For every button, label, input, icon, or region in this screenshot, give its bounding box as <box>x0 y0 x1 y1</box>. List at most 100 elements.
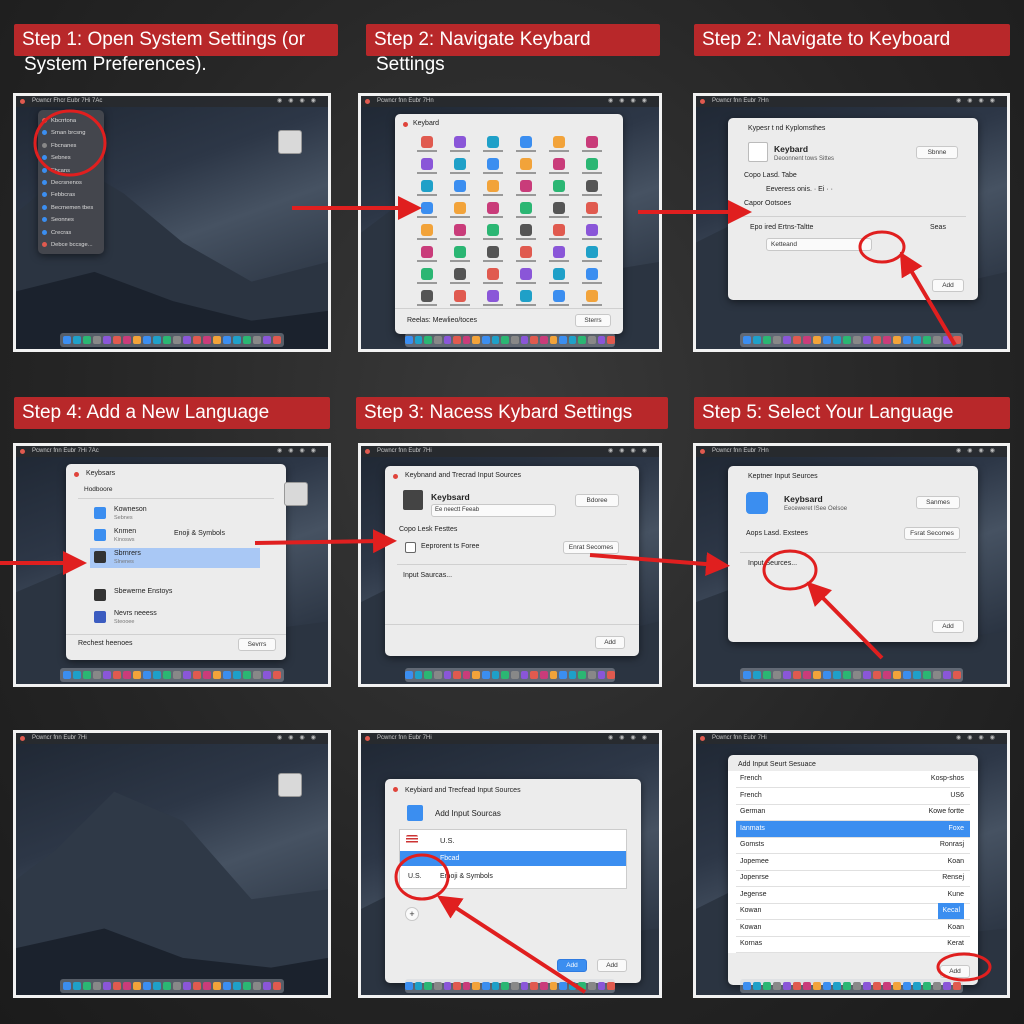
dock-app-icon[interactable] <box>263 336 271 344</box>
dock-app-icon[interactable] <box>852 671 861 679</box>
dock-app-icon[interactable] <box>443 982 452 990</box>
dock-app-icon[interactable] <box>83 671 91 679</box>
dock-app-icon[interactable] <box>103 982 111 990</box>
dock-app-icon[interactable] <box>123 671 131 679</box>
dock-app-icon[interactable] <box>482 982 490 990</box>
dock-app-icon[interactable] <box>163 671 171 679</box>
settings-pane-icon[interactable] <box>553 224 565 236</box>
dock-app-icon[interactable] <box>183 671 191 679</box>
dock-app-icon[interactable] <box>491 671 500 679</box>
dock-app-icon[interactable] <box>832 982 841 990</box>
dock-app-icon[interactable] <box>872 671 881 679</box>
dock-app-icon[interactable] <box>472 671 481 679</box>
settings-pane-icon[interactable] <box>487 202 499 214</box>
apple-menu-item[interactable]: Becrnemen tbes <box>42 203 93 214</box>
apple-icon[interactable] <box>700 99 705 104</box>
dock-app-icon[interactable] <box>453 982 461 990</box>
dock-app-icon[interactable] <box>568 671 577 679</box>
settings-pane-icon[interactable] <box>586 158 598 170</box>
dock-app-icon[interactable] <box>942 336 951 344</box>
dock-app-icon[interactable] <box>243 671 251 679</box>
dock-app-icon[interactable] <box>404 336 413 344</box>
add-plus-button[interactable]: + <box>405 907 419 921</box>
dock-app-icon[interactable] <box>802 982 811 990</box>
settings-pane-icon[interactable] <box>421 136 433 148</box>
dock-app-icon[interactable] <box>772 982 781 990</box>
dock-app-icon[interactable] <box>822 982 831 990</box>
dock-app-icon[interactable] <box>842 671 851 679</box>
apple-menu-item[interactable]: Crecras <box>42 228 71 239</box>
dock-app-icon[interactable] <box>133 982 141 990</box>
settings-pane-icon[interactable] <box>520 202 532 214</box>
close-button[interactable] <box>393 787 398 792</box>
dock-app-icon[interactable] <box>812 982 821 990</box>
finder-icon[interactable] <box>278 773 302 797</box>
dock-app-icon[interactable] <box>762 671 771 679</box>
settings-pane-icon[interactable] <box>586 290 598 302</box>
dock-app-icon[interactable] <box>588 336 596 344</box>
dock-app-icon[interactable] <box>549 671 558 679</box>
close-button[interactable] <box>403 122 408 127</box>
dock-app-icon[interactable] <box>143 671 151 679</box>
input-sources-button[interactable]: Enrat Secomes <box>563 541 619 554</box>
dock-app-icon[interactable] <box>253 671 261 679</box>
dock-app-icon[interactable] <box>922 982 931 990</box>
dock-app-icon[interactable] <box>462 982 471 990</box>
dock-app-icon[interactable] <box>83 336 91 344</box>
dock-app-icon[interactable] <box>263 982 271 990</box>
dock-app-icon[interactable] <box>588 671 596 679</box>
dock-app-icon[interactable] <box>433 982 442 990</box>
dock-app-icon[interactable] <box>73 671 81 679</box>
dock-app-icon[interactable] <box>511 336 519 344</box>
dock-app-icon[interactable] <box>902 671 911 679</box>
dock-app-icon[interactable] <box>852 982 861 990</box>
dock-app-icon[interactable] <box>63 336 71 344</box>
dock-app-icon[interactable] <box>253 982 261 990</box>
dock-app-icon[interactable] <box>93 671 101 679</box>
settings-pane-icon[interactable] <box>454 202 466 214</box>
dock-app-icon[interactable] <box>952 336 961 344</box>
settings-pane-icon[interactable] <box>553 158 565 170</box>
dock-app-icon[interactable] <box>812 336 821 344</box>
dock-app-icon[interactable] <box>772 336 781 344</box>
footer-button[interactable]: Sevrrs <box>238 638 276 651</box>
dock-app-icon[interactable] <box>912 671 921 679</box>
dock-app-icon[interactable] <box>63 982 71 990</box>
dock-app-icon[interactable] <box>83 982 91 990</box>
dock-app-icon[interactable] <box>607 982 616 990</box>
dock-app-icon[interactable] <box>163 336 171 344</box>
settings-pane-icon[interactable] <box>421 246 433 258</box>
dock-app-icon[interactable] <box>203 671 211 679</box>
dock-app-icon[interactable] <box>253 336 261 344</box>
dock-app-icon[interactable] <box>912 336 921 344</box>
settings-pane-icon[interactable] <box>421 224 433 236</box>
dock-app-icon[interactable] <box>243 336 251 344</box>
settings-pane-icon[interactable] <box>421 180 433 192</box>
dock-app-icon[interactable] <box>872 336 881 344</box>
dock-app-icon[interactable] <box>163 982 171 990</box>
dock-app-icon[interactable] <box>559 336 567 344</box>
section-button[interactable]: Sanmes <box>916 496 960 509</box>
dock-app-icon[interactable] <box>424 336 432 344</box>
dock-app-icon[interactable] <box>482 336 490 344</box>
dock-app-icon[interactable] <box>792 336 801 344</box>
dock-app-icon[interactable] <box>559 671 567 679</box>
dock-app-icon[interactable] <box>782 336 791 344</box>
dock-app-icon[interactable] <box>832 336 841 344</box>
dock-app-icon[interactable] <box>273 671 281 679</box>
apple-icon[interactable] <box>365 449 370 454</box>
dock-app-icon[interactable] <box>559 982 567 990</box>
dock-app-icon[interactable] <box>404 671 413 679</box>
dock-app-icon[interactable] <box>424 671 432 679</box>
settings-pane-icon[interactable] <box>454 180 466 192</box>
dock-app-icon[interactable] <box>742 336 751 344</box>
dock-app-icon[interactable] <box>607 671 616 679</box>
settings-pane-icon[interactable] <box>586 246 598 258</box>
dock-app-icon[interactable] <box>153 982 161 990</box>
dock-app-icon[interactable] <box>578 982 587 990</box>
dock-app-icon[interactable] <box>203 982 211 990</box>
dock-app-icon[interactable] <box>520 336 529 344</box>
settings-pane-icon[interactable] <box>454 268 466 280</box>
list-item-selected[interactable]: Fbcad <box>400 851 626 866</box>
apple-icon[interactable] <box>20 99 25 104</box>
